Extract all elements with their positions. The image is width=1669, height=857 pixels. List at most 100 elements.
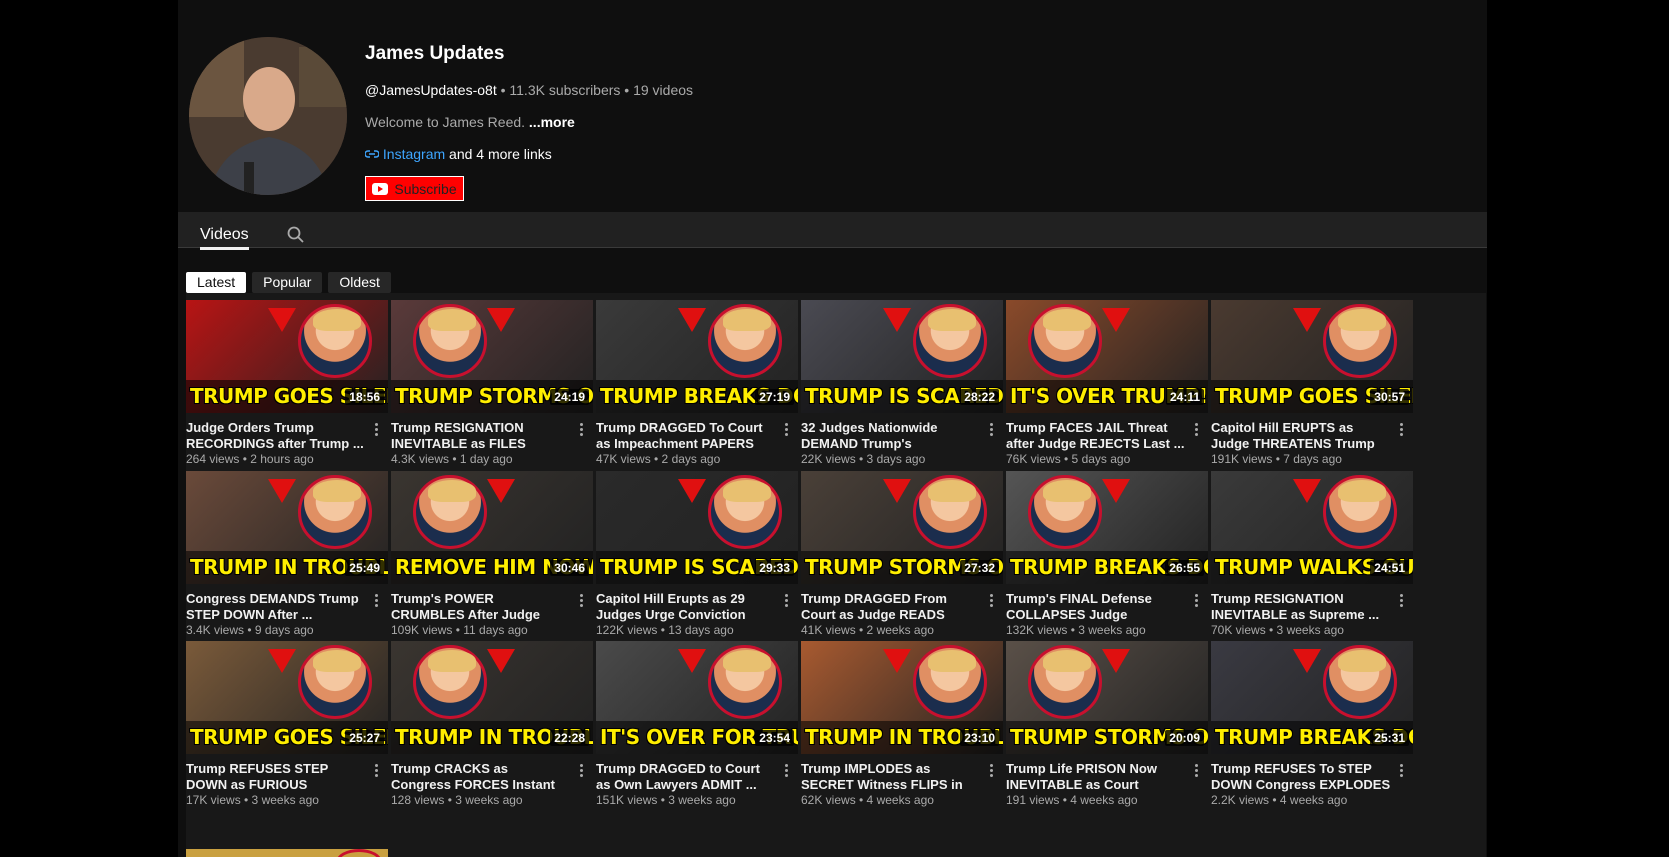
- video-card[interactable]: TRUMP IN TROUBLE! 23:10 Trump IMPLODES a…: [801, 631, 1003, 807]
- channel-meta: @JamesUpdates-o8t • 11.3K subscribers • …: [365, 82, 693, 98]
- video-title[interactable]: Trump RESIGNATION INEVITABLE as Supreme …: [1211, 591, 1391, 623]
- more-options-icon[interactable]: [1188, 592, 1204, 612]
- more-options-icon[interactable]: [983, 592, 999, 612]
- arrow-icon: [883, 479, 911, 503]
- more-options-icon[interactable]: [778, 592, 794, 612]
- more-options-icon[interactable]: [983, 421, 999, 441]
- video-card[interactable]: TRUMP IN TROUBLE! 25:49 Congress DEMANDS…: [186, 461, 388, 637]
- arrow-icon: [1293, 479, 1321, 503]
- video-title[interactable]: Trump's FINAL Defense COLLAPSES Judge SI…: [1006, 591, 1186, 623]
- video-card[interactable]: TRUMP BREAKS DOWN! 26:55 Trump's FINAL D…: [1006, 461, 1208, 637]
- video-card[interactable]: TRUMP STORMS OUT! 24:19 Trump RESIGNATIO…: [391, 290, 593, 466]
- video-card[interactable]: TRUMP WALKS OUT! 24:51 Trump RESIGNATION…: [1211, 461, 1413, 637]
- video-card[interactable]: TRUMP IS SCARED! 29:33 Capitol Hill Erup…: [596, 461, 798, 637]
- video-thumbnail[interactable]: TRUMP IN TROUBLE! 23:10: [801, 641, 1003, 754]
- more-options-icon[interactable]: [1393, 592, 1409, 612]
- more-options-icon[interactable]: [368, 421, 384, 441]
- video-thumbnail[interactable]: REMOVE HIM NOW! 30:46: [391, 471, 593, 584]
- video-thumbnail[interactable]: TRUMP IS SCARED! 28:22: [801, 300, 1003, 413]
- video-card[interactable]: TRUMP GOES SILENT! 30:57 Capitol Hill ER…: [1211, 290, 1413, 466]
- thumbnail-face: [708, 645, 782, 719]
- video-thumbnail[interactable]: TRUMP STORMS OUT! 24:19: [391, 300, 593, 413]
- video-thumbnail[interactable]: TRUMP BREAKS DOWN! 25:31: [1211, 641, 1413, 754]
- video-thumbnail[interactable]: TRUMP WALKS OUT! 24:51: [1211, 471, 1413, 584]
- video-stats: 2.2K views • 4 weeks ago: [1211, 793, 1348, 807]
- video-title[interactable]: Capitol Hill Erupts as 29 Judges Urge Co…: [596, 591, 776, 623]
- video-card[interactable]: TRUMP STORMS OFF! 20:09 Trump Life PRISO…: [1006, 631, 1208, 807]
- search-icon[interactable]: [287, 226, 305, 244]
- video-thumbnail[interactable]: TRUMP BREAKS DOWN! 27:19: [596, 300, 798, 413]
- video-thumbnail[interactable]: TRUMP IN TROUBLE! 22:28: [391, 641, 593, 754]
- video-title[interactable]: Trump DRAGGED From Court as Judge READS …: [801, 591, 981, 623]
- video-title[interactable]: Trump REFUSES STEP DOWN as FURIOUS Congr…: [186, 761, 366, 793]
- thumbnail-face: [1323, 645, 1397, 719]
- more-options-icon[interactable]: [368, 592, 384, 612]
- video-title[interactable]: Congress DEMANDS Trump STEP DOWN After .…: [186, 591, 366, 623]
- channel-avatar[interactable]: [189, 37, 347, 195]
- more-options-icon[interactable]: [1188, 421, 1204, 441]
- thumbnail-face: [298, 475, 372, 549]
- more-options-icon[interactable]: [573, 421, 589, 441]
- more-button[interactable]: ...more: [529, 114, 575, 130]
- video-thumbnail[interactable]: TRUMP GOES SILENT! 18:56: [186, 300, 388, 413]
- video-title[interactable]: Trump RESIGNATION INEVITABLE as FILES CR…: [391, 420, 571, 452]
- video-thumbnail-partial[interactable]: [186, 849, 388, 857]
- video-duration: 20:09: [1165, 730, 1204, 746]
- video-card[interactable]: TRUMP STORMS OUT! 27:32 Trump DRAGGED Fr…: [801, 461, 1003, 637]
- more-options-icon[interactable]: [778, 421, 794, 441]
- more-options-icon[interactable]: [1393, 421, 1409, 441]
- video-thumbnail[interactable]: TRUMP STORMS OFF! 20:09: [1006, 641, 1208, 754]
- video-title[interactable]: Trump REFUSES To STEP DOWN Congress EXPL…: [1211, 761, 1391, 793]
- thumbnail-face: [413, 475, 487, 549]
- video-title[interactable]: Trump IMPLODES as SECRET Witness FLIPS i…: [801, 761, 981, 793]
- subscribe-button[interactable]: Subscribe: [365, 176, 464, 201]
- video-thumbnail[interactable]: IT'S OVER FOR TRUMP! 23:54: [596, 641, 798, 754]
- arrow-icon: [268, 479, 296, 503]
- more-options-icon[interactable]: [1188, 762, 1204, 782]
- arrow-icon: [487, 479, 515, 503]
- video-thumbnail[interactable]: TRUMP IN TROUBLE! 25:49: [186, 471, 388, 584]
- more-options-icon[interactable]: [368, 762, 384, 782]
- video-card[interactable]: TRUMP GOES SILENT! 18:56 Judge Orders Tr…: [186, 290, 388, 466]
- video-card[interactable]: TRUMP IS SCARED! 28:22 32 Judges Nationw…: [801, 290, 1003, 466]
- video-card[interactable]: TRUMP IN TROUBLE! 22:28 Trump CRACKS as …: [391, 631, 593, 807]
- video-thumbnail[interactable]: TRUMP IS SCARED! 29:33: [596, 471, 798, 584]
- video-duration: 27:32: [960, 560, 999, 576]
- video-title[interactable]: Judge Orders Trump RECORDINGS after Trum…: [186, 420, 366, 452]
- more-options-icon[interactable]: [778, 762, 794, 782]
- video-thumbnail[interactable]: TRUMP BREAKS DOWN! 26:55: [1006, 471, 1208, 584]
- video-thumbnail[interactable]: IT'S OVER TRUMP! 24:11: [1006, 300, 1208, 413]
- video-title[interactable]: Trump DRAGGED To Court as Impeachment PA…: [596, 420, 776, 452]
- more-links-label[interactable]: and 4 more links: [445, 146, 552, 162]
- channel-description[interactable]: Welcome to James Reed. ...more: [365, 114, 575, 130]
- arrow-icon: [1293, 308, 1321, 332]
- instagram-link[interactable]: Instagram: [364, 146, 445, 162]
- more-options-icon[interactable]: [983, 762, 999, 782]
- subscribe-label: Subscribe: [394, 180, 457, 197]
- video-title[interactable]: Trump DRAGGED to Court as Own Lawyers AD…: [596, 761, 776, 793]
- video-card[interactable]: TRUMP GOES SILENT! 25:27 Trump REFUSES S…: [186, 631, 388, 807]
- video-title[interactable]: Trump's POWER CRUMBLES After Judge Order…: [391, 591, 571, 623]
- video-card[interactable]: TRUMP BREAKS DOWN! 27:19 Trump DRAGGED T…: [596, 290, 798, 466]
- video-card[interactable]: IT'S OVER FOR TRUMP! 23:54 Trump DRAGGED…: [596, 631, 798, 807]
- more-options-icon[interactable]: [573, 762, 589, 782]
- video-title[interactable]: Trump Life PRISON Now INEVITABLE as Cour…: [1006, 761, 1186, 793]
- tab-videos[interactable]: Videos: [200, 226, 249, 250]
- channel-links[interactable]: Instagram and 4 more links: [364, 146, 552, 162]
- thumbnail-face: [1028, 645, 1102, 719]
- video-card[interactable]: IT'S OVER TRUMP! 24:11 Trump FACES JAIL …: [1006, 290, 1208, 466]
- more-options-icon[interactable]: [1393, 762, 1409, 782]
- video-card[interactable]: TRUMP BREAKS DOWN! 25:31 Trump REFUSES T…: [1211, 631, 1413, 807]
- video-title[interactable]: Capitol Hill ERUPTS as Judge THREATENS T…: [1211, 420, 1391, 452]
- video-thumbnail[interactable]: TRUMP GOES SILENT! 30:57: [1211, 300, 1413, 413]
- video-title[interactable]: Trump CRACKS as Congress FORCES Instant …: [391, 761, 571, 793]
- video-duration: 24:51: [1370, 560, 1409, 576]
- arrow-icon: [678, 479, 706, 503]
- video-thumbnail[interactable]: TRUMP STORMS OUT! 27:32: [801, 471, 1003, 584]
- video-title[interactable]: Trump FACES JAIL Threat after Judge REJE…: [1006, 420, 1186, 452]
- video-card[interactable]: REMOVE HIM NOW! 30:46 Trump's POWER CRUM…: [391, 461, 593, 637]
- channel-header: James Updates @JamesUpdates-o8t • 11.3K …: [178, 0, 1487, 212]
- video-thumbnail[interactable]: TRUMP GOES SILENT! 25:27: [186, 641, 388, 754]
- more-options-icon[interactable]: [573, 592, 589, 612]
- video-title[interactable]: 32 Judges Nationwide DEMAND Trump's Imme…: [801, 420, 981, 452]
